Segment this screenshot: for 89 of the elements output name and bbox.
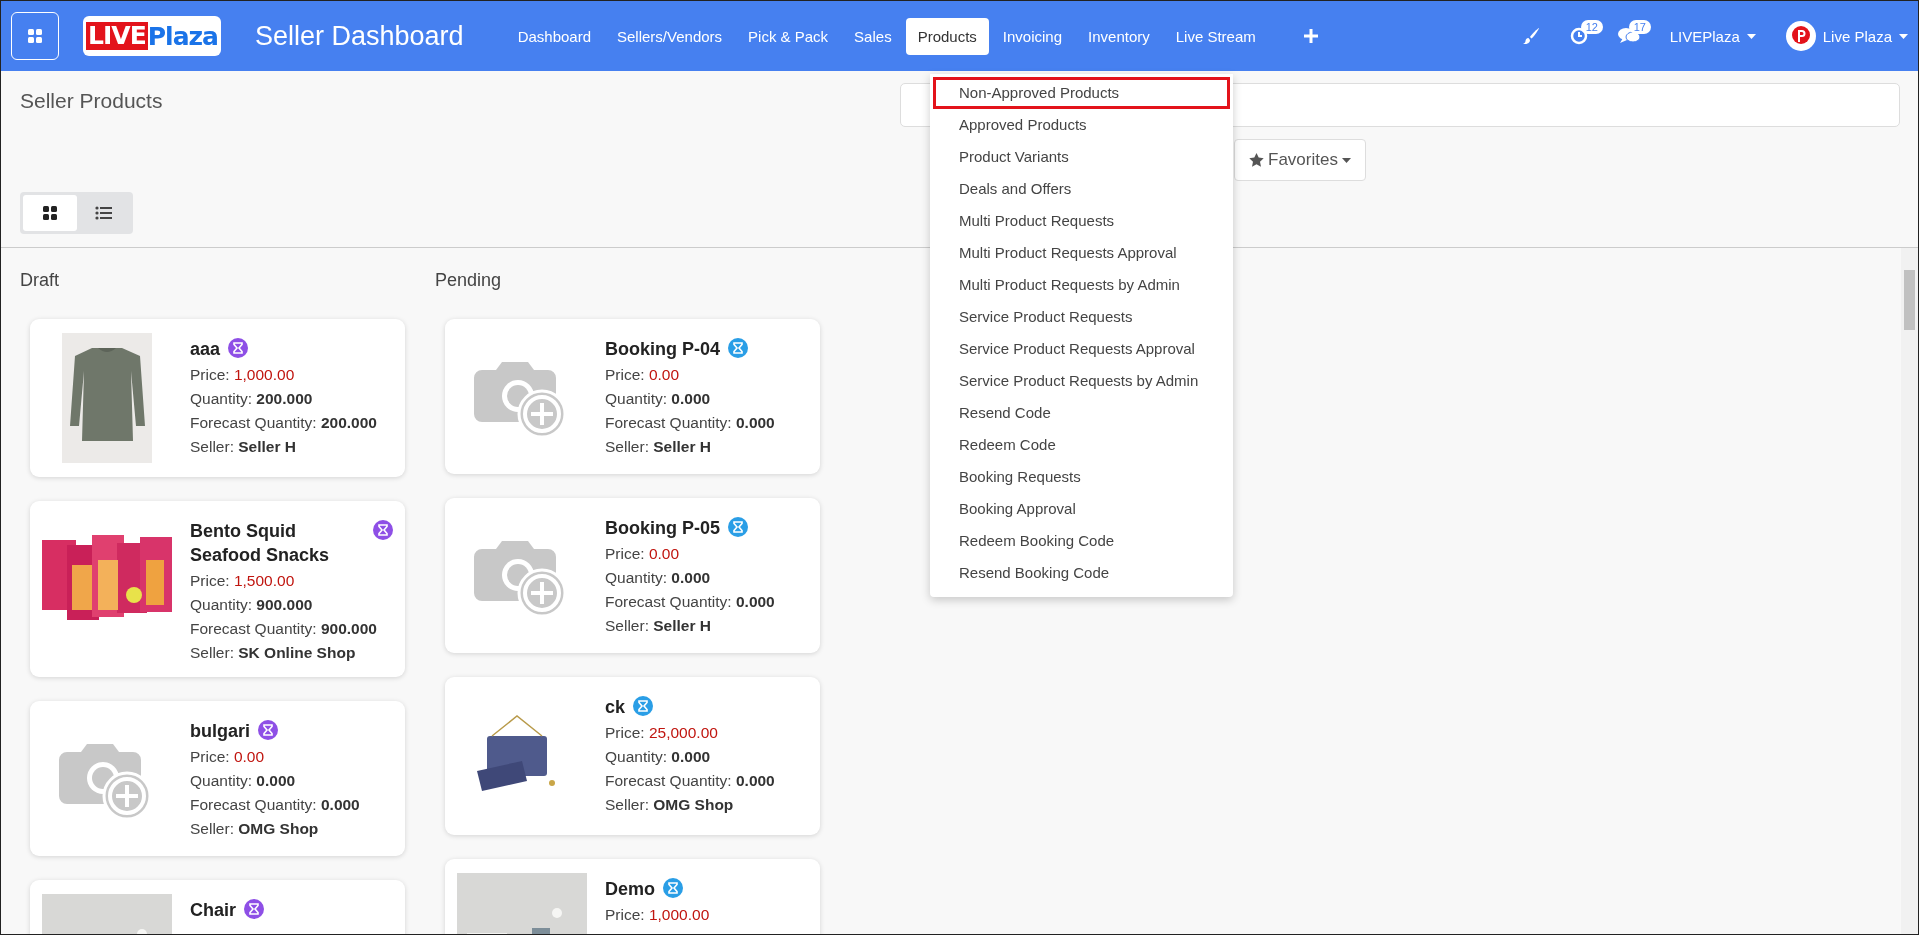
menu-item[interactable]: Resend Booking Code [933, 557, 1230, 589]
product-detail: Seller: SK Online Shop [190, 643, 357, 663]
plus-icon[interactable] [1303, 29, 1318, 43]
product-name: bulgari [190, 720, 250, 743]
count-badge: 12 [1580, 20, 1603, 34]
product-detail: Forecast Quantity: 200.000 [190, 413, 377, 433]
menu-item[interactable]: Redeem Booking Code [933, 525, 1230, 557]
nav-tab[interactable]: Pick & Pack [736, 17, 841, 55]
product-card[interactable]: bulgari Price: 0.00 Quantity: 0.000 Forecast Quantity: 0.000 Seller: OMG Shop [30, 701, 405, 856]
grid-icon [41, 205, 58, 221]
menu-item[interactable]: Multi Product Requests by Admin [933, 269, 1230, 301]
nav-tab[interactable]: Inventory [1076, 17, 1162, 55]
product-detail: Price: 1,000.00 [190, 365, 296, 385]
nav-tab[interactable]: Invoicing [990, 17, 1075, 55]
product-name: Bento Squid Seafood Snacks [190, 520, 331, 567]
product-name: aaa [190, 338, 221, 361]
product-detail: Price: 0.00 [190, 747, 266, 767]
product-detail: Seller: Seller H [190, 437, 297, 457]
menu-item[interactable]: Multi Product Requests [933, 205, 1230, 237]
product-card[interactable]: Chair [30, 880, 405, 934]
product-detail: Price: 0.00 [605, 365, 681, 385]
product-detail: Quantity: 0.000 [605, 568, 712, 588]
page-title: Seller Products [20, 89, 163, 113]
apps-button[interactable] [11, 12, 59, 60]
menu-item[interactable]: Deals and Offers [933, 173, 1230, 205]
favorites-button[interactable]: Favorites [1234, 139, 1366, 181]
brush-icon[interactable] [1521, 27, 1540, 45]
product-detail: Quantity: 200.000 [190, 389, 314, 409]
product-name: ck [605, 696, 626, 719]
menu-item[interactable]: Non-Approved Products [933, 77, 1230, 109]
product-detail: Forecast Quantity: 0.000 [605, 592, 775, 612]
product-detail: Seller: OMG Shop [190, 819, 320, 839]
nav-tab[interactable]: Sales [842, 17, 904, 55]
menu-item[interactable]: Service Product Requests by Admin [933, 365, 1230, 397]
product-card[interactable]: Booking P-05 Price: 0.00 Quantity: 0.000 Forecast Quantity: 0.000 Seller: Seller H [445, 498, 820, 653]
product-name: Chair [190, 899, 236, 922]
menu-item[interactable]: Booking Approval [933, 493, 1230, 525]
caret-icon [1341, 157, 1351, 163]
product-detail: Price: 1,000.00 [605, 905, 710, 925]
nav-tab[interactable]: Sellers/Vendors [605, 17, 735, 55]
product-card[interactable]: Demo Price: 1,000.00 [445, 859, 820, 934]
list-icon [94, 206, 112, 220]
product-card[interactable]: aaa Price: 1,000.00 Quantity: 200.000 Forecast Quantity: 200.000 Seller: Seller H [30, 319, 405, 477]
product-card[interactable]: Bento Squid Seafood Snacks Price: 1,500.00 Quantity: 900.000 Forecast Quantity: 900.000 Seller: SK Online Shop [30, 501, 405, 677]
product-detail: Price: 1,500.00 [190, 571, 296, 591]
caret-icon [1899, 33, 1908, 39]
product-detail: Quantity: 900.000 [190, 595, 314, 615]
product-detail: Forecast Quantity: 0.000 [605, 771, 775, 791]
menu-item[interactable]: Service Product Requests Approval [933, 333, 1230, 365]
menu-item[interactable]: Approved Products [933, 109, 1230, 141]
clock-icon [1569, 27, 1588, 45]
kanban-view-button[interactable] [23, 195, 77, 231]
company-dropdown[interactable]: LIVEPlaza [1669, 27, 1756, 45]
menu-item[interactable]: Service Product Requests [933, 301, 1230, 333]
product-name: Booking P-05 [605, 517, 720, 540]
menu-item[interactable]: Product Variants [933, 141, 1230, 173]
product-detail: Seller: Seller H [605, 437, 712, 457]
count-badge: 17 [1628, 20, 1651, 34]
product-detail: Quantity: 0.000 [190, 771, 297, 791]
product-name: Booking P-04 [605, 338, 720, 361]
product-detail: Forecast Quantity: 0.000 [190, 795, 360, 815]
product-name: Demo [605, 878, 655, 901]
menu-item[interactable]: Resend Code [933, 397, 1230, 429]
product-detail: Forecast Quantity: 0.000 [605, 413, 775, 433]
product-detail: Price: 25,000.00 [605, 723, 719, 743]
scrollbar[interactable] [1901, 248, 1918, 934]
product-detail: Price: 0.00 [605, 544, 681, 564]
logo: LIVEPlaza [83, 16, 221, 56]
grid-icon [27, 28, 43, 44]
app-title: Seller Dashboard [255, 20, 464, 52]
nav-tab[interactable]: Live Stream [1163, 17, 1268, 55]
avatar-icon [1785, 21, 1816, 51]
nav-tab[interactable]: Dashboard [505, 17, 603, 55]
product-detail: Seller: OMG Shop [605, 795, 735, 815]
product-detail: Seller: Seller H [605, 616, 712, 636]
menu-item[interactable]: Booking Requests [933, 461, 1230, 493]
menu-item[interactable]: Redeem Code [933, 429, 1230, 461]
product-card[interactable]: ck Price: 25,000.00 Quantity: 0.000 Forecast Quantity: 0.000 Seller: OMG Shop [445, 677, 820, 835]
product-card[interactable]: Booking P-04 Price: 0.00 Quantity: 0.000 Forecast Quantity: 0.000 Seller: Seller H [445, 319, 820, 474]
product-detail: Quantity: 0.000 [605, 747, 712, 767]
menu-item[interactable]: Multi Product Requests Approval [933, 237, 1230, 269]
column-title: Pending [435, 270, 503, 291]
caret-icon [1746, 33, 1756, 39]
user-menu[interactable]: Live Plaza [1785, 21, 1908, 51]
column-title: Draft [20, 270, 60, 291]
nav-tab[interactable]: Products [905, 17, 989, 55]
star-icon [1249, 153, 1264, 167]
product-detail: Quantity: 0.000 [605, 389, 712, 409]
product-detail: Forecast Quantity: 900.000 [190, 619, 378, 639]
